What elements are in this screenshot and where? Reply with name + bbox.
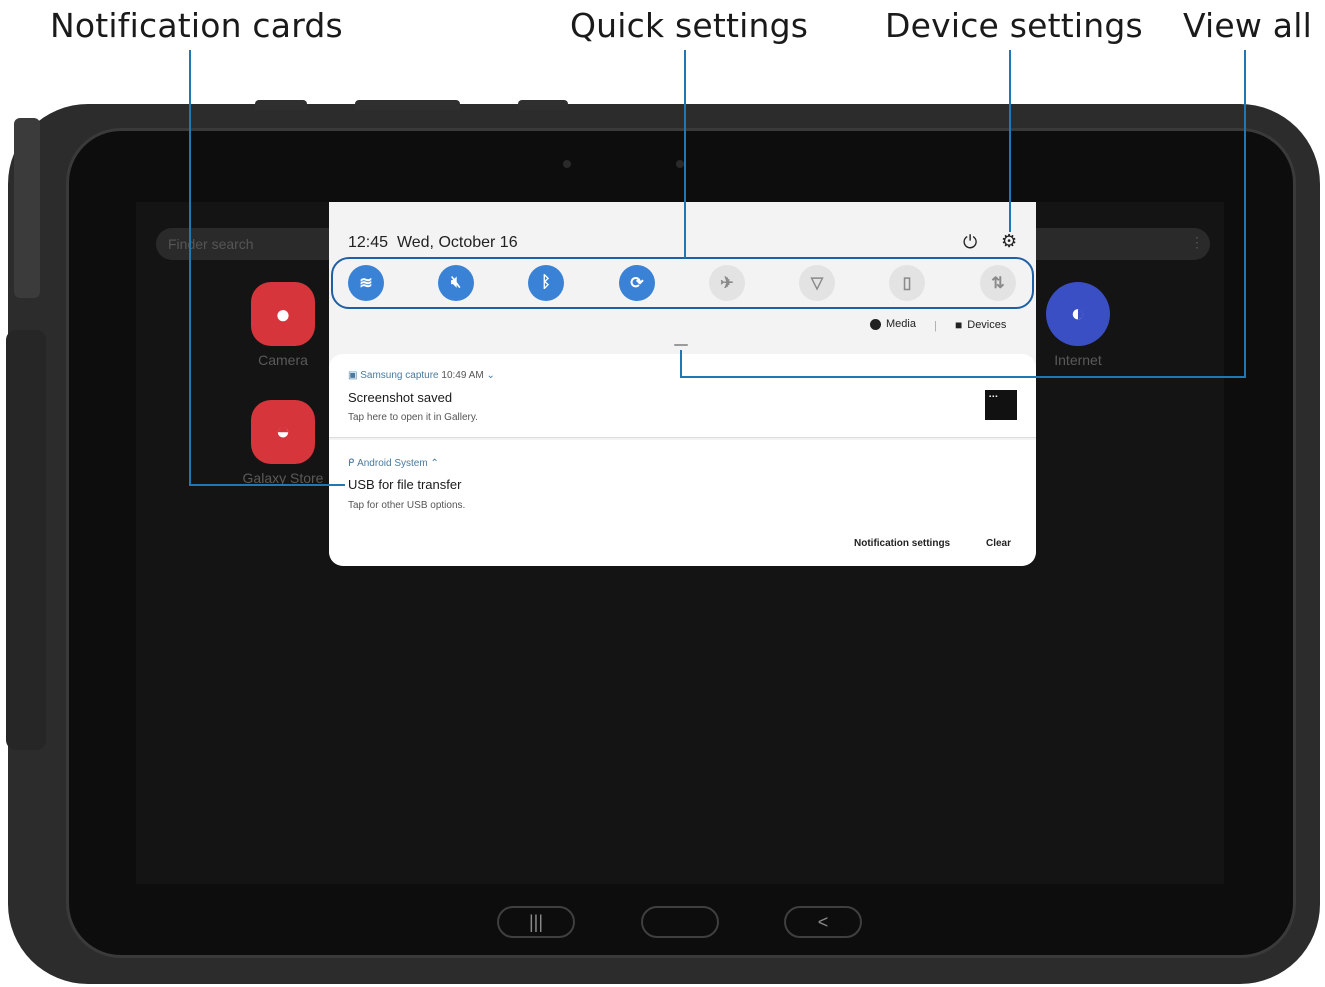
notification-card[interactable]: ▣ Samsung capture 10:49 AM ⌄ Screenshot … — [329, 354, 1036, 438]
notification-card[interactable]: ᑭ Android System ⌃ USB for file transfer… — [329, 440, 1036, 566]
callout-quick-settings: Quick settings — [570, 6, 809, 45]
app-label-camera: Camera — [258, 352, 308, 368]
leader-line — [189, 50, 191, 486]
play-icon — [870, 318, 881, 330]
top-button — [255, 100, 307, 110]
store-bag-icon[interactable]: ◒ — [251, 400, 315, 464]
home-button[interactable] — [641, 906, 719, 938]
notification-text: Tap for other USB options. — [348, 500, 466, 511]
devices-label: Devices — [967, 319, 1007, 331]
home-search-placeholder: Finder search — [168, 236, 254, 252]
callout-device-settings: Device settings — [885, 6, 1143, 45]
gear-icon[interactable]: ⚙ — [1001, 231, 1017, 252]
leader-line — [1244, 50, 1246, 378]
stylus — [14, 118, 40, 298]
image-icon: ▣ — [348, 370, 358, 381]
clear-button[interactable]: Clear — [986, 538, 1011, 549]
planet-icon[interactable]: ◐ — [1046, 282, 1110, 346]
more-options-icon[interactable]: ⋮ — [1190, 234, 1204, 251]
chevron-down-icon[interactable]: ⌄ — [486, 370, 494, 381]
notification-meta: ▣ Samsung capture 10:49 AM ⌄ — [348, 370, 495, 381]
leader-line — [189, 484, 345, 486]
chevron-up-icon[interactable]: ⌃ — [430, 458, 438, 469]
recents-button[interactable]: ||| — [497, 906, 575, 938]
notification-app: Samsung capture — [360, 370, 439, 381]
notification-text: Tap here to open it in Gallery. — [348, 412, 478, 423]
leader-line — [680, 350, 682, 378]
divider: | — [934, 320, 937, 332]
media-button[interactable]: Media — [870, 318, 916, 330]
top-button — [355, 100, 460, 110]
leader-line — [684, 50, 686, 258]
android-system-icon: ᑭ — [348, 458, 355, 469]
clock-time: 12:45 — [348, 234, 389, 251]
notification-time: 10:49 AM — [441, 370, 484, 381]
clock-date: Wed, October 16 — [396, 234, 518, 251]
power-icon[interactable]: ⏻ — [963, 232, 977, 253]
grid-icon: ■ — [955, 318, 963, 332]
callout-view-all: View all — [1183, 6, 1312, 45]
quick-settings-highlight — [331, 257, 1034, 309]
callout-notification-cards: Notification cards — [50, 6, 343, 45]
side-grip — [6, 330, 46, 750]
notification-title: Screenshot saved — [348, 390, 453, 405]
notification-app: Android System — [357, 458, 428, 469]
notification-meta: ᑭ Android System ⌃ — [348, 458, 439, 469]
notification-settings-button[interactable]: Notification settings — [854, 538, 950, 549]
app-label-internet: Internet — [1054, 352, 1102, 368]
devices-button[interactable]: ■ Devices — [955, 318, 1006, 332]
top-button — [518, 100, 568, 110]
status-datetime: 12:45 Wed, October 16 — [348, 234, 518, 252]
view-all-handle[interactable] — [674, 344, 688, 346]
front-camera — [563, 160, 571, 168]
leader-line — [1009, 50, 1011, 232]
leader-line — [680, 376, 1246, 378]
screenshot-thumbnail[interactable]: ▪▪▪ — [985, 390, 1017, 420]
back-button[interactable]: < — [784, 906, 862, 938]
camera-icon[interactable]: ● — [251, 282, 315, 346]
media-label: Media — [886, 318, 916, 330]
light-sensor — [676, 160, 684, 168]
notification-title: USB for file transfer — [348, 477, 462, 492]
